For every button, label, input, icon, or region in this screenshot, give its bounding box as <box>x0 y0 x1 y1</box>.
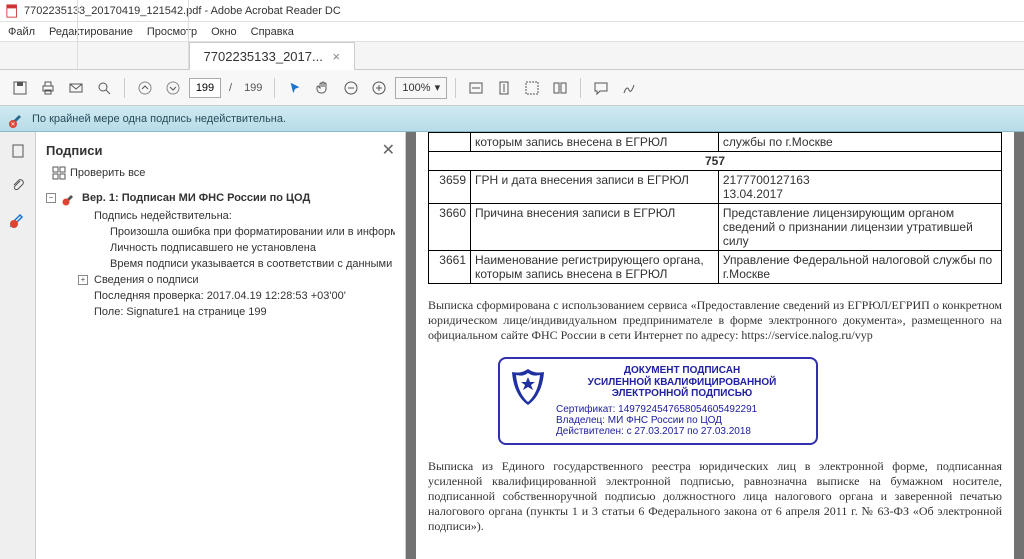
zoom-in-icon[interactable] <box>367 76 391 100</box>
signatures-icon[interactable] <box>7 208 29 230</box>
signature-field: Поле: Signature1 на странице 199 <box>94 304 395 320</box>
menu-window[interactable]: Окно <box>211 26 237 38</box>
fit-width-icon[interactable] <box>464 76 488 100</box>
table-row: 3659ГРН и дата внесения записи в ЕГРЮЛ21… <box>429 171 1002 204</box>
stamp-cert: Сертификат: 1497924547658054605492291 <box>556 404 808 415</box>
pen-error-icon: ✕ <box>8 110 26 128</box>
toolbar-separator <box>274 78 275 98</box>
read-mode-icon[interactable] <box>548 76 572 100</box>
toolbar: / 199 100% ▾ <box>0 70 1024 106</box>
page-down-icon[interactable] <box>161 76 185 100</box>
stamp-title: ДОКУМЕНТ ПОДПИСАН УСИЛЕННОЙ КВАЛИФИЦИРОВ… <box>556 365 808 400</box>
signature-err1: Произошла ошибка при форматировании или … <box>110 224 395 240</box>
search-icon[interactable] <box>92 76 116 100</box>
close-panel-icon[interactable]: ✕ <box>382 140 395 160</box>
check-all-label: Проверить все <box>70 167 145 179</box>
fit-page-icon[interactable] <box>492 76 516 100</box>
zoom-value: 100% <box>402 82 430 94</box>
stamp-owner: Владелец: МИ ФНС России по ЦОД <box>556 415 808 426</box>
tab-close-icon[interactable]: × <box>332 49 340 64</box>
zoom-select[interactable]: 100% ▾ <box>395 77 447 99</box>
signature-err3: Время подписи указывается в соответствии… <box>110 256 395 272</box>
page-up-icon[interactable] <box>133 76 157 100</box>
table-row: 3660Причина внесения записи в ЕГРЮЛПредс… <box>429 204 1002 251</box>
page-separator: / <box>229 82 232 94</box>
main-area: Подписи ✕ Проверить все − Вер. 1: Подпис… <box>0 132 1024 559</box>
pdf-page: которым запись внесена в ЕГРЮЛслужбы по … <box>416 132 1014 559</box>
table-section: 757 <box>429 152 1002 171</box>
table-row: 3661Наименование регистрирующего органа,… <box>429 251 1002 284</box>
signature-details-row[interactable]: + Сведения о подписи <box>78 272 395 288</box>
signature-status: Подпись недействительна: <box>94 208 395 224</box>
check-all-icon <box>52 166 66 180</box>
attachments-icon[interactable] <box>7 174 29 196</box>
tab-document[interactable]: 7702235133_2017... × <box>189 42 356 70</box>
document-viewport[interactable]: которым запись внесена в ЕГРЮЛслужбы по … <box>406 132 1024 559</box>
egrul-table: которым запись внесена в ЕГРЮЛслужбы по … <box>428 132 1002 284</box>
mail-icon[interactable] <box>64 76 88 100</box>
signature-version-label: Вер. 1: Подписан МИ ФНС России по ЦОД <box>82 192 310 204</box>
svg-text:✕: ✕ <box>10 122 15 128</box>
thumbnails-icon[interactable] <box>7 140 29 162</box>
footer-paragraph-2: Выписка из Единого государственного реес… <box>428 459 1002 534</box>
tabbar: Главная Инструменты 7702235133_2017... × <box>0 42 1024 70</box>
pen-error-icon <box>62 190 78 206</box>
toolbar-separator <box>124 78 125 98</box>
left-rail <box>0 132 36 559</box>
page-number-input[interactable] <box>189 78 221 98</box>
sign-icon[interactable] <box>617 76 641 100</box>
cursor-icon[interactable] <box>283 76 307 100</box>
emblem-icon <box>506 365 550 409</box>
check-all-button[interactable]: Проверить все <box>52 166 395 180</box>
signature-banner: ✕ По крайней мере одна подпись недействи… <box>0 106 1024 132</box>
comment-icon[interactable] <box>589 76 613 100</box>
signature-details-label: Сведения о подписи <box>94 274 198 286</box>
chevron-down-icon: ▾ <box>435 81 441 94</box>
tree-expand-icon[interactable]: + <box>78 275 88 285</box>
signature-tree: − Вер. 1: Подписан МИ ФНС России по ЦОД … <box>46 188 395 320</box>
save-icon[interactable] <box>8 76 32 100</box>
tab-tools[interactable]: Инструменты <box>78 0 188 69</box>
stamp-valid: Действителен: с 27.03.2017 по 27.03.2018 <box>556 426 808 437</box>
menu-help[interactable]: Справка <box>251 26 294 38</box>
zoom-out-icon[interactable] <box>339 76 363 100</box>
hand-icon[interactable] <box>311 76 335 100</box>
signature-stamp: ДОКУМЕНТ ПОДПИСАН УСИЛЕННОЙ КВАЛИФИЦИРОВ… <box>498 357 818 445</box>
signature-lastcheck: Последняя проверка: 2017.04.19 12:28:53 … <box>94 288 395 304</box>
signatures-panel: Подписи ✕ Проверить все − Вер. 1: Подпис… <box>36 132 406 559</box>
print-icon[interactable] <box>36 76 60 100</box>
toolbar-separator <box>455 78 456 98</box>
tree-collapse-icon[interactable]: − <box>46 193 56 203</box>
tab-home[interactable]: Главная <box>0 0 78 69</box>
toolbar-separator <box>580 78 581 98</box>
signatures-panel-title: Подписи <box>46 143 102 158</box>
rect-select-icon[interactable] <box>520 76 544 100</box>
signature-banner-text: По крайней мере одна подпись недействите… <box>32 113 286 125</box>
signature-version-row[interactable]: − Вер. 1: Подписан МИ ФНС России по ЦОД <box>46 188 395 208</box>
table-row: которым запись внесена в ЕГРЮЛслужбы по … <box>429 133 1002 152</box>
page-total: 199 <box>244 82 262 94</box>
footer-paragraph-1: Выписка сформирована с использованием се… <box>428 298 1002 343</box>
signature-err2: Личность подписавшего не установлена <box>110 240 395 256</box>
tab-document-label: 7702235133_2017... <box>204 49 323 64</box>
